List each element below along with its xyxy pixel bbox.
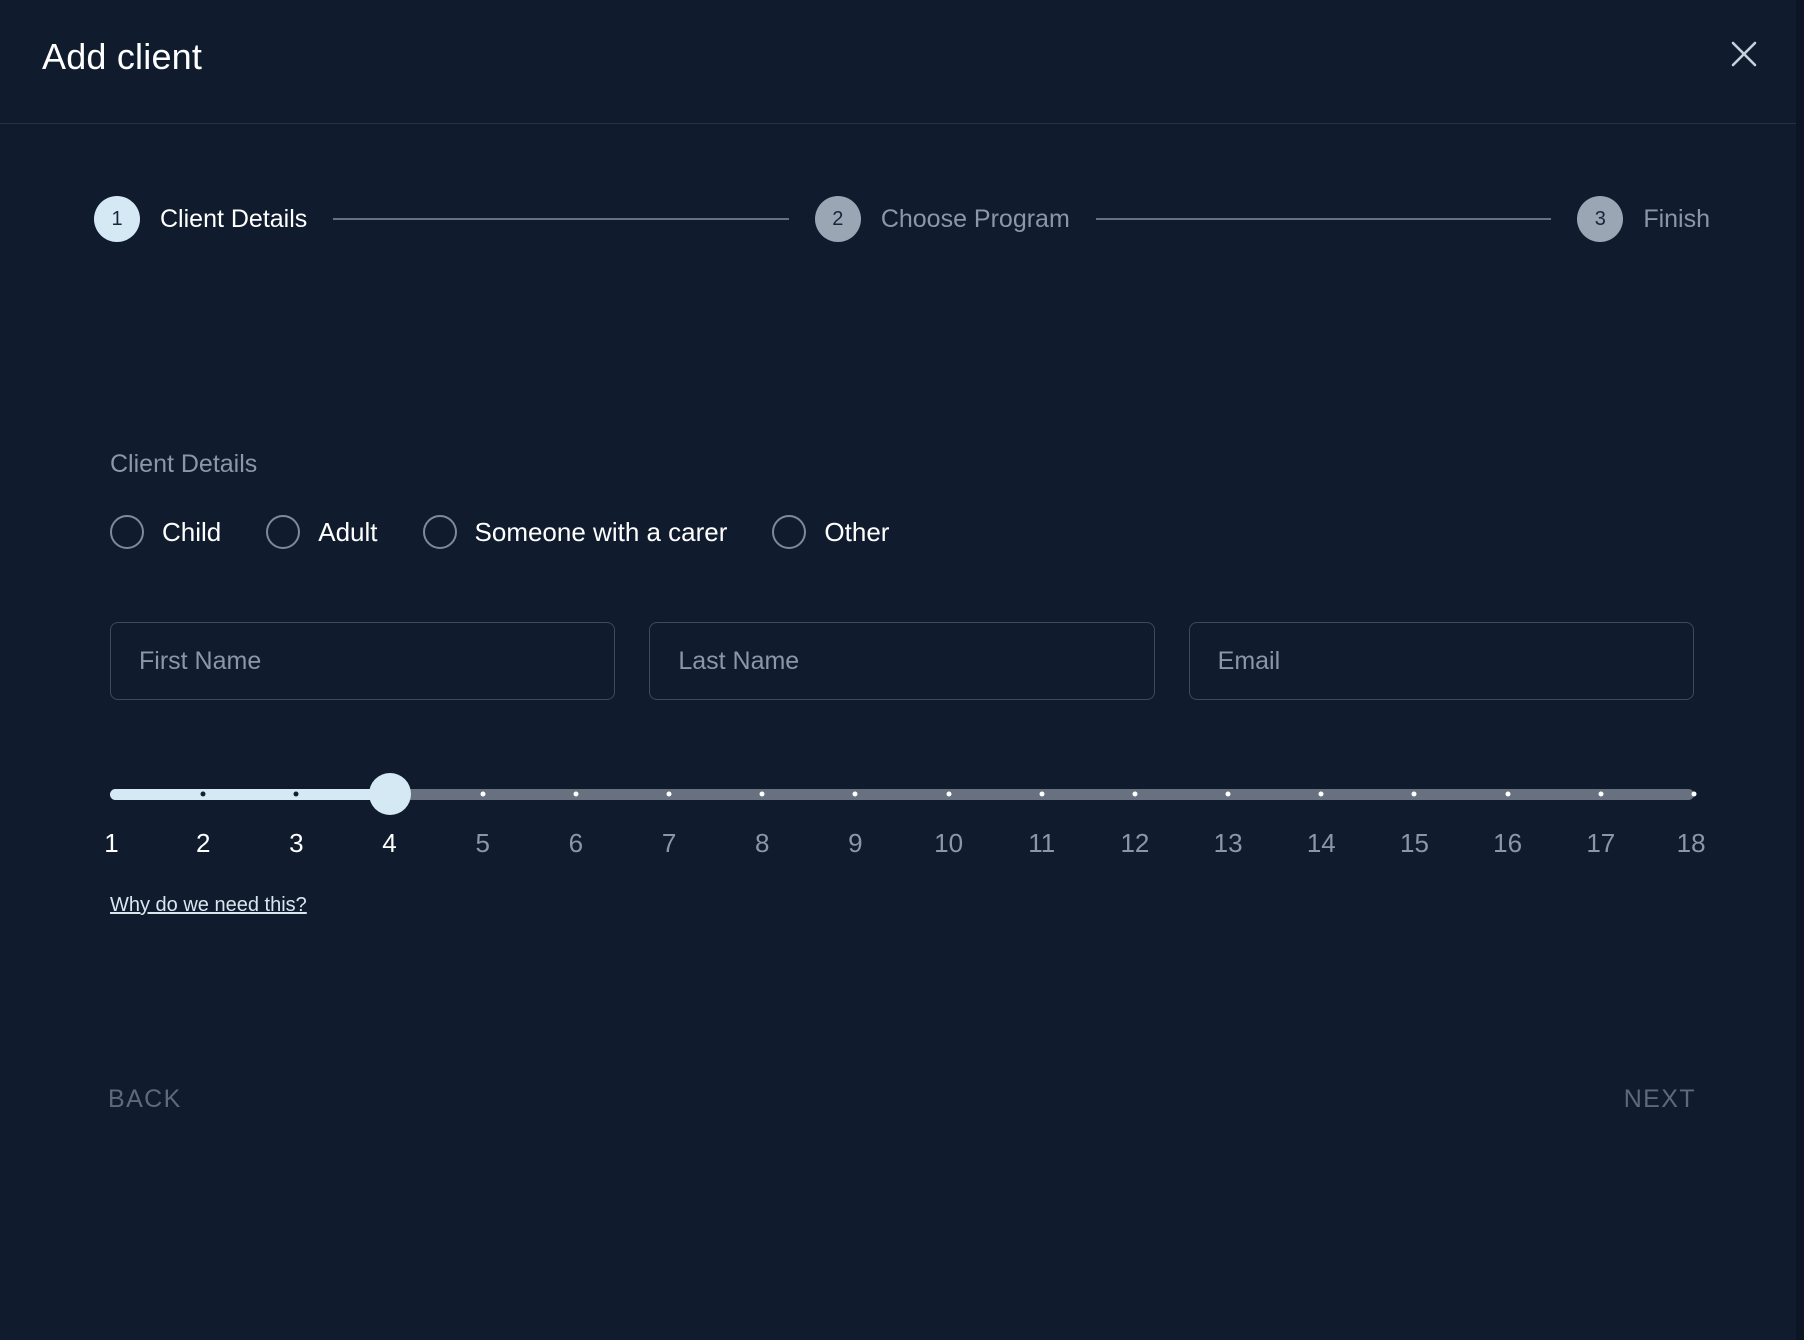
age-slider-label[interactable]: 4 [382,828,396,859]
radio-label: Child [162,516,222,547]
modal-footer: BACK NEXT [104,1079,1700,1120]
stepper-connector-2 [1095,218,1552,220]
close-icon [1729,39,1759,69]
radio-option-child[interactable]: Child [110,515,221,549]
step-number-badge: 1 [94,196,140,242]
last-name-input[interactable] [649,622,1155,700]
age-slider-labels: 1 2 3 4 5 6 7 8 9 10 11 12 13 14 15 16 17 18 [104,828,1705,870]
radio-circle-icon [110,515,144,549]
stepper-connector-1 [333,218,789,220]
add-client-modal: Add client 1 Client Details 2 Choose Pro… [0,0,1804,1340]
age-slider-tick [1132,791,1138,797]
name-email-row [110,622,1694,700]
radio-option-someone-with-a-carer[interactable]: Someone with a carer [422,515,728,549]
age-slider-thumb[interactable] [368,773,411,815]
back-button[interactable]: BACK [104,1079,186,1120]
step-label: Choose Program [880,204,1070,233]
age-slider-tick [759,791,765,797]
radio-label: Other [824,516,890,547]
close-button[interactable] [1722,32,1766,76]
age-slider-tick [1505,791,1511,797]
client-details-form: Client Details Child Adult Someone with … [104,450,1706,917]
age-slider-tick [200,791,206,797]
age-slider-label[interactable]: 3 [289,828,303,859]
radio-label: Someone with a carer [474,516,728,547]
age-slider-tick [480,791,486,797]
stepper-step-choose-program[interactable]: 2 Choose Program [814,196,1070,242]
age-slider-tick [666,791,672,797]
age-slider-fill [110,788,390,800]
step-label: Finish [1643,204,1711,233]
age-slider-label[interactable]: 15 [1400,828,1429,859]
age-slider-label[interactable]: 11 [1028,828,1055,859]
age-slider-track[interactable] [110,773,1697,815]
age-slider-label[interactable]: 18 [1677,828,1706,859]
first-name-input[interactable] [110,622,616,700]
age-slider-label[interactable]: 9 [848,828,862,859]
radio-option-other[interactable]: Other [772,515,889,549]
step-number-badge: 3 [1577,196,1624,242]
age-slider[interactable]: 1 2 3 4 5 6 7 8 9 10 11 12 13 14 15 16 17 18 [104,773,1706,870]
modal-header: Add client [0,0,1804,124]
radio-circle-icon [772,515,807,549]
age-slider-label[interactable]: 5 [475,828,489,859]
page-title: Add client [42,36,203,77]
age-slider-tick [1691,791,1697,797]
age-slider-tick [1598,791,1604,797]
wizard-stepper: 1 Client Details 2 Choose Program 3 Fini… [94,196,1710,242]
next-button[interactable]: NEXT [1620,1079,1700,1120]
age-slider-label[interactable]: 8 [755,828,769,859]
age-slider-tick [1411,791,1417,797]
radio-option-adult[interactable]: Adult [266,515,378,549]
age-slider-label[interactable]: 6 [569,828,583,859]
age-slider-tick [852,791,858,797]
client-type-radio-group: Child Adult Someone with a carer Other [110,515,1694,549]
window-right-edge [1796,0,1804,1340]
radio-circle-icon [266,515,301,549]
stepper-step-finish[interactable]: 3 Finish [1577,196,1710,242]
age-slider-tick [293,791,299,797]
age-slider-label[interactable]: 14 [1307,828,1336,859]
age-slider-label[interactable]: 17 [1586,828,1615,859]
age-slider-label[interactable]: 13 [1214,828,1243,859]
age-slider-label[interactable]: 7 [662,828,676,859]
step-number-badge: 2 [814,196,861,242]
why-do-we-need-this-link[interactable]: Why do we need this? [110,894,307,917]
age-slider-label[interactable]: 2 [196,828,210,859]
section-heading: Client Details [110,450,258,478]
age-slider-tick [1225,791,1231,797]
age-slider-label[interactable]: 1 [104,828,118,859]
age-slider-tick [946,791,952,797]
age-slider-tick [573,791,579,797]
age-slider-label[interactable]: 12 [1120,828,1149,859]
email-input[interactable] [1188,622,1694,700]
stepper-step-client-details[interactable]: 1 Client Details [94,196,307,242]
age-slider-tick [1039,791,1045,797]
age-slider-label[interactable]: 10 [934,828,963,859]
radio-label: Adult [318,516,378,547]
age-slider-label[interactable]: 16 [1493,828,1522,859]
step-label: Client Details [160,204,308,233]
radio-circle-icon [422,515,457,549]
age-slider-tick [1318,791,1324,797]
